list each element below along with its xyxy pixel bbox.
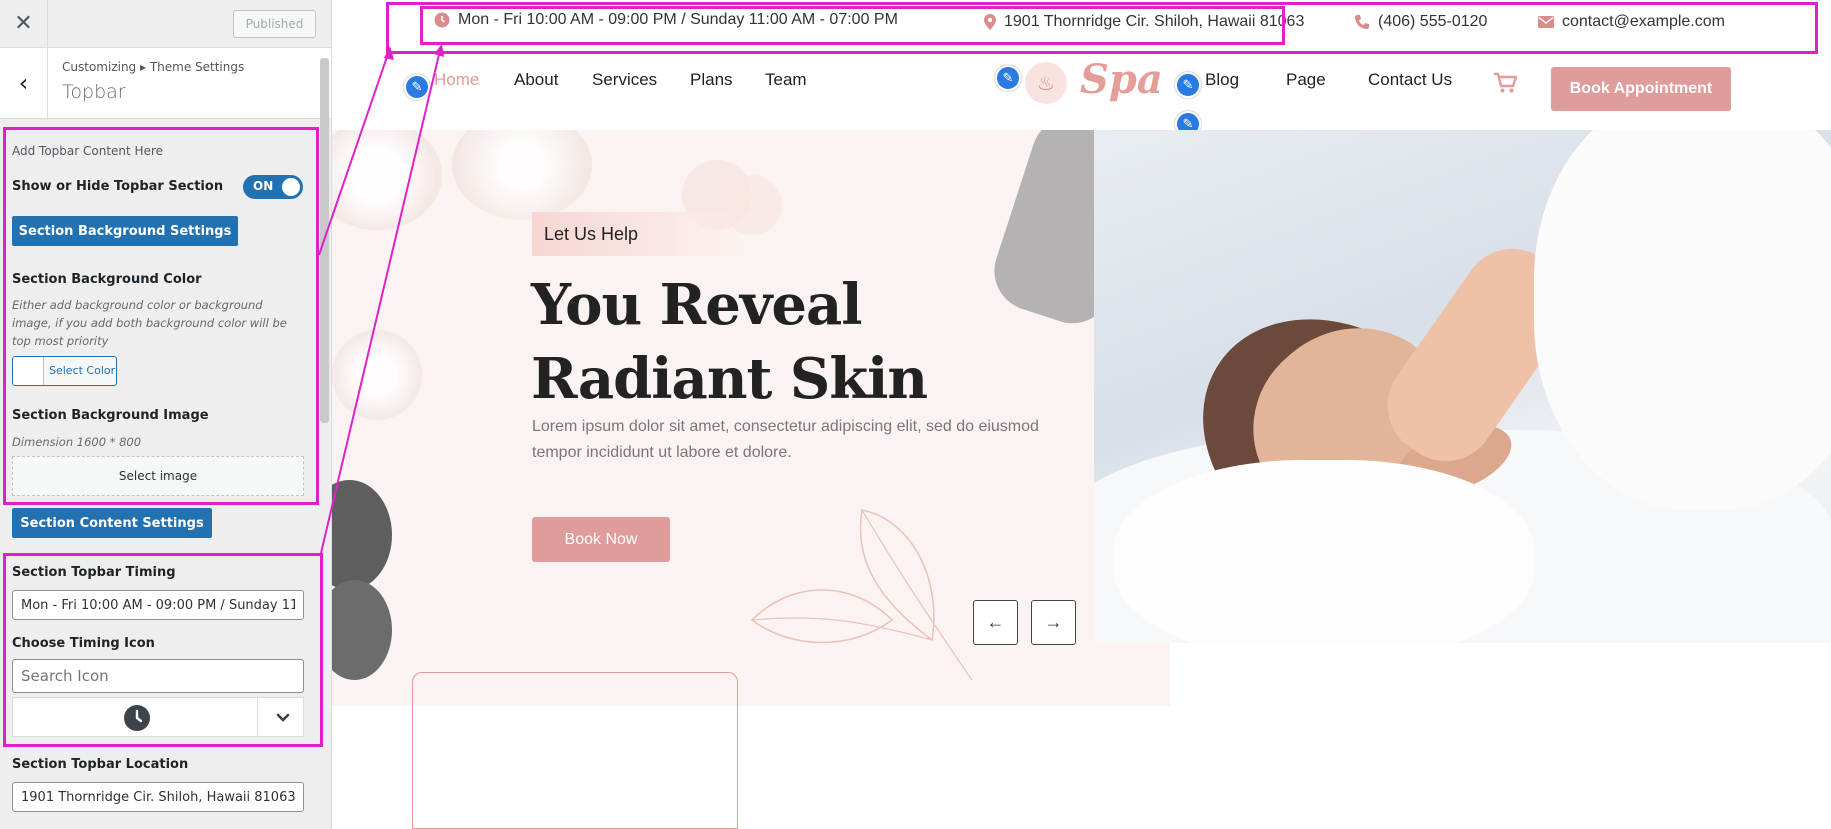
icon-picker[interactable] xyxy=(12,697,304,737)
topbar-email-text: contact@example.com xyxy=(1562,13,1725,30)
nav-services[interactable]: Services xyxy=(592,70,657,90)
panel-header: ‹ Customizing ▸ Theme Settings Topbar xyxy=(0,48,331,119)
topbar-location-input[interactable] xyxy=(12,782,304,812)
next-section-card xyxy=(412,672,738,829)
clock-icon xyxy=(124,705,150,731)
topbar-visibility-toggle[interactable]: ON xyxy=(243,175,303,199)
close-customizer-button[interactable]: ✕ xyxy=(0,0,48,47)
search-icon-input[interactable] xyxy=(12,659,304,693)
chevron-down-icon[interactable] xyxy=(276,713,290,723)
nav-blog[interactable]: Blog xyxy=(1205,70,1239,90)
site-preview: Mon - Fri 10:00 AM - 09:00 PM / Sunday 1… xyxy=(332,0,1831,829)
book-now-button[interactable]: Book Now xyxy=(532,517,670,562)
section-topbar-location-label: Section Topbar Location xyxy=(12,757,189,772)
main-navigation: ✎ Home About Services Plans Team ✎ ♨ Spa… xyxy=(332,52,1831,137)
slider-next-button[interactable]: → xyxy=(1031,600,1076,645)
section-background-image-label: Section Background Image xyxy=(12,408,209,423)
clock-icon xyxy=(434,12,450,28)
toggle-state-text: ON xyxy=(253,179,274,193)
section-topbar-timing-label: Section Topbar Timing xyxy=(12,565,176,580)
nav-plans[interactable]: Plans xyxy=(690,70,733,90)
select-color-text: Select Color xyxy=(49,364,116,377)
topbar-timing-input[interactable] xyxy=(12,590,304,620)
customizer-sidebar: ✕ Published ‹ Customizing ▸ Theme Settin… xyxy=(0,0,332,829)
select-color-button[interactable]: Select Color xyxy=(12,356,117,386)
nav-about[interactable]: About xyxy=(514,70,558,90)
edit-pencil-icon[interactable]: ✎ xyxy=(1175,72,1201,98)
topbar-email: contact@example.com xyxy=(1538,13,1725,31)
phone-icon xyxy=(1355,15,1369,29)
section-content-settings-button[interactable]: Section Content Settings xyxy=(12,508,212,538)
nav-team[interactable]: Team xyxy=(765,70,807,90)
topbar: Mon - Fri 10:00 AM - 09:00 PM / Sunday 1… xyxy=(332,0,1831,50)
topbar-location-text: 1901 Thornridge Cir. Shiloh, Hawaii 8106… xyxy=(1004,13,1305,30)
hero-description: Lorem ipsum dolor sit amet, consectetur … xyxy=(532,418,1039,461)
customizer-header: ✕ Published xyxy=(0,0,331,48)
hero-section: Let Us Help You Reveal Radiant Skin Lore… xyxy=(332,130,1831,706)
cart-icon[interactable] xyxy=(1493,72,1517,94)
leaf-decoration xyxy=(750,509,973,681)
nav-page[interactable]: Page xyxy=(1286,70,1326,90)
toggle-knob xyxy=(282,178,300,196)
sidebar-scrollbar[interactable] xyxy=(320,58,329,423)
add-topbar-content-label: Add Topbar Content Here xyxy=(12,144,164,158)
slider-prev-button[interactable]: ← xyxy=(973,600,1018,645)
nav-home[interactable]: Home xyxy=(434,70,479,90)
hero-title: You Reveal Radiant Skin xyxy=(531,272,928,412)
hero-badge: Let Us Help xyxy=(532,212,742,256)
breadcrumb: Customizing ▸ Theme Settings xyxy=(62,60,245,74)
topbar-phone-text: (406) 555-0120 xyxy=(1378,13,1488,30)
back-button[interactable]: ‹ xyxy=(0,48,48,118)
background-color-note: Either add background color or backgroun… xyxy=(12,298,287,348)
edit-pencil-icon[interactable]: ✎ xyxy=(995,65,1021,91)
nav-contact-us[interactable]: Contact Us xyxy=(1368,70,1452,90)
panel-title: Topbar xyxy=(62,81,126,103)
map-pin-icon xyxy=(984,14,996,30)
section-background-settings-button[interactable]: Section Background Settings xyxy=(12,216,238,246)
topbar-timing-text: Mon - Fri 10:00 AM - 09:00 PM / Sunday 1… xyxy=(458,11,898,28)
arrow-right-icon: → xyxy=(1044,612,1063,632)
spa-logo-icon[interactable]: ♨ xyxy=(1025,62,1067,104)
envelope-icon xyxy=(1538,16,1554,28)
choose-timing-icon-label: Choose Timing Icon xyxy=(12,636,155,651)
topbar-phone: (406) 555-0120 xyxy=(1354,13,1487,31)
background-image-dimension: Dimension 1600 * 800 xyxy=(12,435,142,449)
logo-text[interactable]: Spa xyxy=(1080,56,1163,103)
topbar-location: 1901 Thornridge Cir. Shiloh, Hawaii 8106… xyxy=(984,13,1304,31)
arrow-left-icon: ← xyxy=(986,612,1005,632)
hero-image xyxy=(1094,130,1831,643)
topbar-timing: Mon - Fri 10:00 AM - 09:00 PM / Sunday 1… xyxy=(434,11,898,29)
section-background-color-label: Section Background Color xyxy=(12,272,202,287)
show-hide-topbar-label: Show or Hide Topbar Section xyxy=(12,179,224,194)
published-button[interactable]: Published xyxy=(233,10,316,38)
select-image-button[interactable]: Select image xyxy=(12,456,304,496)
book-appointment-button[interactable]: Book Appointment xyxy=(1551,67,1731,111)
color-swatch xyxy=(13,357,44,385)
edit-pencil-icon[interactable]: ✎ xyxy=(404,74,430,100)
